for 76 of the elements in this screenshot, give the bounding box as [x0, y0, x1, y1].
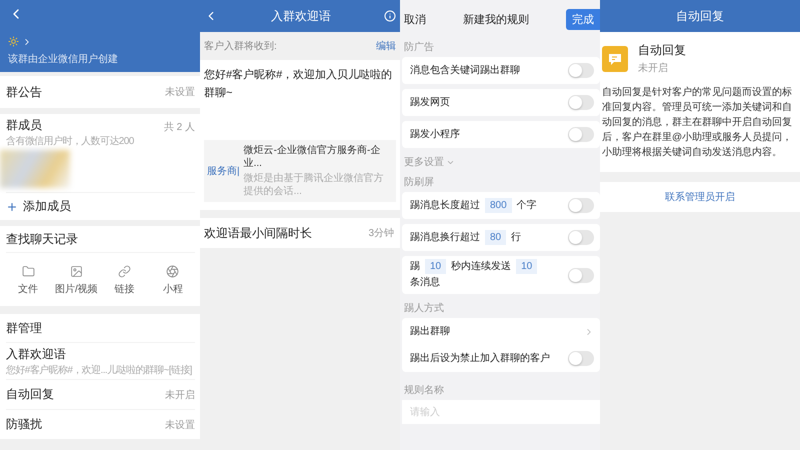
announcement-row[interactable]: 群公告 未设置 — [0, 76, 200, 108]
item-label: 入群欢迎语 — [6, 346, 66, 362]
interval-row[interactable]: 欢迎语最小间隔时长 3分钟 — [200, 218, 400, 248]
sun-icon — [8, 36, 19, 47]
group-creator-note: 该群由企业微信用户创建 — [8, 52, 119, 66]
number-value[interactable]: 10 — [425, 259, 446, 274]
member-limit-note: 含有微信用户时，人数可达200 — [6, 134, 135, 148]
toggle-switch[interactable] — [568, 95, 594, 110]
rule-text: 踢出后设为禁止加入群聊的客户 — [410, 352, 550, 366]
history-category[interactable]: 小程 — [150, 265, 195, 296]
chat-history-label: 查找聊天记录 — [6, 230, 78, 248]
management-item[interactable]: 防骚扰 未设置 — [6, 409, 195, 439]
link-title: 微炬云-企业微信官方服务商-企业... — [244, 144, 382, 170]
rule-text: 个字 — [516, 198, 537, 212]
section-title: 踢人方式 — [403, 302, 445, 316]
section-title: 群管理 — [6, 320, 42, 336]
history-category[interactable]: 链接 — [102, 265, 147, 296]
description: 自动回复是针对客户的常见问题而设置的标准回复内容。管理员可统一添加关键词和自动回复的消息，群主在群聊中开启自动回复后，客户在群里@小助理或服务人员提问，小助理将根据关键词自动发送消息内容。 — [602, 86, 794, 160]
number-value[interactable]: 800 — [485, 198, 512, 212]
folder-icon — [22, 265, 34, 278]
page-title: 入群欢迎语 — [271, 8, 331, 24]
feature-name: 自动回复 — [638, 42, 686, 59]
item-value: 未设置 — [165, 418, 195, 432]
section-title: 防刷屏 — [403, 176, 435, 190]
blurred-avatars — [0, 150, 70, 188]
item-label: 防骚扰 — [6, 416, 42, 433]
section-title: 规则名称 — [403, 384, 445, 398]
rule-text: 踢发小程序 — [410, 128, 460, 142]
toggle-switch[interactable] — [568, 351, 594, 366]
caption: 客户入群将收到: — [204, 40, 277, 53]
rule-text: 消息包含关键词踢出群聊 — [410, 64, 520, 78]
management-item[interactable]: 自动回复 未开启 — [6, 379, 195, 409]
row-label: 群公告 — [6, 84, 42, 100]
rule-text: 行 — [511, 230, 522, 244]
item-label: 自动回复 — [6, 386, 54, 403]
done-button[interactable]: 完成 — [566, 8, 600, 30]
link-description: 微炬是由基于腾讯企业微信官方提供的会话... — [244, 172, 385, 198]
management-item[interactable]: 入群欢迎语 您好#客户昵称#，欢迎...儿哒啦的群聊~[链接] — [6, 342, 195, 379]
toggle-switch[interactable] — [568, 127, 594, 142]
number-value[interactable]: 10 — [516, 259, 538, 274]
rule-text: 踢出群聊 — [410, 324, 450, 338]
interval-value: 3分钟 — [368, 226, 394, 240]
page-title: 新建我的规则 — [463, 12, 529, 26]
interval-label: 欢迎语最小间隔时长 — [204, 224, 312, 242]
rule-text: 秒内连续发送 — [451, 260, 512, 274]
rule-text: 踢 — [410, 260, 420, 274]
history-category[interactable]: 文件 — [6, 265, 50, 296]
toggle-switch[interactable] — [568, 268, 594, 282]
rule-text: 条消息 — [410, 276, 440, 290]
toggle-switch[interactable] — [568, 63, 594, 78]
rule-text: 踢消息长度超过 — [410, 198, 480, 212]
item-subtitle: 您好#客户昵称#，欢迎...儿哒啦的群聊~[链接] — [6, 364, 193, 376]
info-icon[interactable] — [384, 10, 396, 22]
provider-tag: 服务商| — [207, 164, 240, 178]
toggle-switch[interactable] — [568, 198, 594, 213]
rule-text: 踢消息换行超过 — [410, 230, 480, 244]
number-value[interactable]: 80 — [485, 230, 506, 244]
link-icon — [118, 265, 132, 278]
row-value: 未设置 — [165, 86, 195, 99]
section-title: 防广告 — [403, 40, 435, 55]
members-label: 群成员 — [6, 117, 42, 134]
plus-icon — [6, 200, 18, 212]
history-category[interactable]: 图片/视频 — [54, 265, 98, 296]
item-value: 未开启 — [165, 388, 195, 402]
feature-status: 未开启 — [638, 62, 669, 75]
member-count: 共 2 人 — [164, 120, 195, 134]
page-title: 自动回复 — [676, 8, 724, 24]
cancel-button[interactable]: 取消 — [404, 12, 426, 26]
image-icon — [70, 265, 83, 278]
rule-text: 踢发网页 — [410, 96, 450, 110]
welcome-message: 您好#客户昵称#，欢迎加入贝儿哒啦的群聊~ — [204, 68, 394, 101]
mini-program-icon — [166, 265, 180, 278]
edit-link[interactable]: 编辑 — [376, 39, 396, 53]
add-member-button[interactable]: 添加成员 — [6, 192, 195, 220]
contact-admin-button[interactable]: 联系管理员开启 — [600, 182, 800, 212]
toggle-switch[interactable] — [568, 230, 594, 245]
